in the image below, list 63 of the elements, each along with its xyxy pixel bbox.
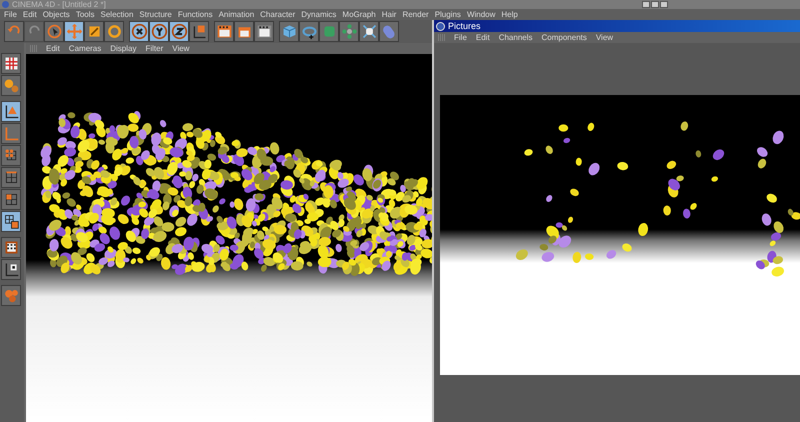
clapper-icon xyxy=(256,23,272,40)
menu-item[interactable]: Dynamics xyxy=(301,10,336,19)
toolbar-button[interactable] xyxy=(1,237,21,258)
menu-item[interactable]: Selection xyxy=(100,10,134,19)
menu-item[interactable]: File xyxy=(454,33,467,42)
menu-item[interactable]: File xyxy=(4,10,17,19)
toolbar-button[interactable] xyxy=(169,21,189,42)
cube-icon xyxy=(280,23,298,40)
rotate-icon xyxy=(106,23,122,40)
toolbar-button[interactable] xyxy=(1,101,21,122)
menu-item[interactable]: Edit xyxy=(22,10,37,19)
menu-item[interactable]: Tools xyxy=(76,10,94,19)
checker-icon xyxy=(2,239,20,256)
menu-item[interactable]: Functions xyxy=(178,10,213,19)
close-icon[interactable] xyxy=(660,1,668,8)
axis-icon xyxy=(2,125,20,142)
array-icon xyxy=(340,23,358,40)
toolbar-button[interactable] xyxy=(359,21,379,42)
menu-item[interactable]: MoGraph xyxy=(342,10,376,19)
grid-icon xyxy=(2,55,20,72)
menu-item[interactable]: Help xyxy=(501,10,518,19)
toolbar-button[interactable] xyxy=(214,21,234,42)
grip-icon xyxy=(438,34,445,41)
menu-item[interactable]: Structure xyxy=(139,10,172,19)
menu-item[interactable]: Plugins xyxy=(434,10,461,19)
menu-item[interactable]: Cameras xyxy=(68,44,102,53)
select-icon xyxy=(46,23,62,40)
toolbar-button[interactable] xyxy=(1,211,21,232)
menu-item[interactable]: Components xyxy=(542,33,587,42)
menu-item[interactable]: Hair xyxy=(382,10,396,19)
menu-item[interactable]: View xyxy=(596,33,614,42)
menu-item[interactable]: Display xyxy=(110,44,136,53)
app-icon xyxy=(436,22,445,30)
move-icon xyxy=(66,23,82,40)
clapper-icon xyxy=(216,23,232,40)
toolbar-button[interactable] xyxy=(1,53,21,74)
maximize-icon[interactable] xyxy=(651,1,659,8)
menu-item[interactable]: View xyxy=(172,44,190,53)
app-icon xyxy=(2,1,9,8)
window-title: CINEMA 4D - [Untitled 2 *] xyxy=(12,0,106,9)
toolbar-button[interactable] xyxy=(254,21,274,42)
menu-item[interactable]: Edit xyxy=(476,33,490,42)
menu-item[interactable]: Objects xyxy=(42,10,70,19)
toolbar-button[interactable] xyxy=(129,21,149,42)
spheres-icon xyxy=(2,77,20,94)
menu-item[interactable]: Window xyxy=(466,10,496,19)
x-icon xyxy=(130,23,148,40)
grip-icon xyxy=(30,45,37,52)
menu-item[interactable]: Filter xyxy=(145,44,164,53)
minimize-icon[interactable] xyxy=(642,1,650,8)
menu-item[interactable]: Edit xyxy=(46,44,60,53)
y-icon xyxy=(150,23,168,40)
menu-item[interactable]: Render xyxy=(402,10,429,19)
toolbar-button[interactable] xyxy=(1,259,21,280)
menu-item[interactable]: Character xyxy=(260,10,296,19)
menu-item[interactable]: Channels xyxy=(498,33,532,42)
capsule-icon xyxy=(380,23,398,40)
toolbar-button[interactable] xyxy=(234,21,254,42)
window-title: Pictures xyxy=(448,21,481,31)
menu-item[interactable]: Animation xyxy=(218,10,254,19)
toolbar-button[interactable] xyxy=(149,21,169,42)
z-icon xyxy=(170,23,188,40)
balls-icon xyxy=(2,287,20,304)
